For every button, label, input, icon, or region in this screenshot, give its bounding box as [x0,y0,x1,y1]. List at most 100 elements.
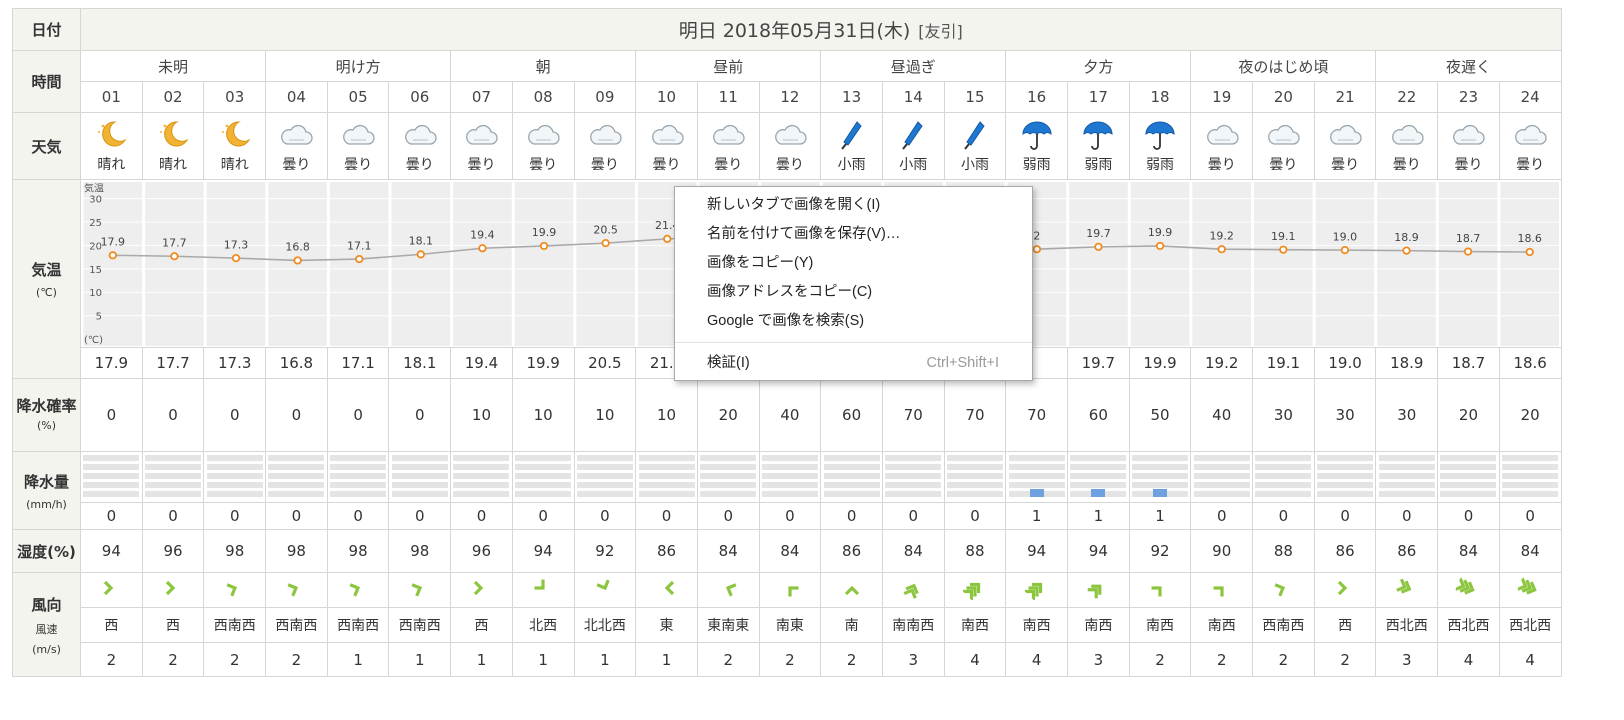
rokuyo-link[interactable]: [友引] [918,22,963,41]
context-menu-item[interactable]: 新しいタブで画像を開く(I) [675,191,1032,220]
hour-cell: 11 [696,81,760,113]
wind-speed-value: 1 [573,642,637,677]
wind-dir-name: 南西 [943,607,1007,643]
precip-bar [885,455,942,499]
pop-value: 70 [943,378,1007,452]
pop-label: 降水確率 (%) [12,378,81,452]
chart-column-bg [1438,181,1497,346]
wind-speed-value: 2 [1128,642,1192,677]
temp-value: 20.5 [573,347,637,379]
context-menu-item[interactable]: 画像をコピー(Y) [675,249,1032,278]
wind-speed-value: 2 [1190,642,1254,677]
precip-bar [330,455,387,499]
wind-arrow-cell [326,572,390,608]
temp-value: 19.1 [1252,347,1315,379]
humidity-value: 98 [388,529,452,573]
precip-value: 1 [1005,502,1068,530]
weather-text: 曇り [775,157,804,173]
temperature-point [1463,246,1472,256]
date-label: 日付 [12,8,81,51]
wind-label-unit: 風速 [35,622,58,636]
precip-bar-cell [1498,451,1562,503]
context-menu-item[interactable]: Google で画像を検索(S) [675,307,1032,336]
period-cell: 昼過ぎ [820,50,1007,82]
wind-arrow-cell [820,572,883,608]
context-menu-item[interactable]: 名前を付けて画像を保存(V)… [675,220,1032,249]
temperature-point [108,250,117,259]
precip-bar-cell [511,451,575,503]
temperature-point-label: 19.9 [531,226,556,239]
humidity-row: 湿度(%) 94 96 98 98 98 98 96 94 92 86 84 84 86 84 88 94 94 9… [12,529,1562,573]
wind-dir-name: 西南西 [1252,607,1315,643]
closed-umbrella-icon [835,118,869,152]
temperature-point-label: 18.9 [1394,230,1419,243]
wind-dir-name: 南西 [1067,607,1130,643]
context-menu-item-label: Google で画像を検索(S) [707,313,865,329]
hour-cell: 15 [943,81,1007,113]
temperature-point-label: 20.5 [593,223,617,236]
temperature-point [231,253,240,262]
wind-speed-value: 1 [511,642,575,677]
chart-column-bg [391,181,450,346]
precip-label-text: 降水量 [23,472,69,491]
hour-cell: 20 [1252,81,1315,113]
temperature-point-label: 17.9 [100,235,125,248]
temp-value: 18.7 [1437,347,1500,379]
precip-bar-fill [1153,489,1168,497]
wind-label-text: 風向 [31,595,62,614]
precip-bar-cell [388,451,452,503]
cloud-icon [773,118,807,152]
wind-arrow-icon [1024,582,1042,601]
pop-value: 0 [203,378,267,452]
pop-value: 0 [265,378,328,452]
weather-text: 曇り [590,157,619,173]
weather-cell: 小雨 [881,112,945,180]
humidity-label-text: 湿度(%) [17,542,76,561]
umbrella-icon [1081,118,1115,152]
temp-value: 18.6 [1498,347,1562,379]
precip-bar [823,455,880,499]
cloud-icon [341,118,375,152]
cloud-icon [403,118,437,152]
chart-y-tick: 25 [89,218,102,229]
precip-bar-cell [1313,451,1377,503]
humidity-value: 84 [1498,529,1562,573]
precip-bar [700,455,757,499]
wind-speed-value: 4 [1005,642,1068,677]
temp-value: 16.8 [265,347,328,379]
context-menu-item[interactable]: 画像アドレスをコピー(C) [675,278,1032,307]
umbrella-icon [1143,118,1177,152]
context-menu-item-inspect[interactable]: 検証(I) Ctrl+Shift+I [675,349,1032,378]
pop-value: 10 [511,378,575,452]
precip-bar [1008,455,1065,499]
wind-dir-name: 西南西 [265,607,328,643]
wind-dir-name: 西北西 [1375,607,1439,643]
weather-text: 曇り [1207,157,1236,173]
wind-speed-value: 2 [1313,642,1377,677]
weather-text: 曇り [1516,157,1545,173]
weather-cell: 曇り [388,112,452,180]
precip-bar-cell [203,451,267,503]
weather-cell: 晴れ [141,112,205,180]
temperature-point [1155,241,1164,250]
pop-value: 20 [1437,378,1500,452]
wind-speed-value: 3 [1375,642,1439,677]
wind-dir-name: 北北西 [573,607,637,643]
precip-bar [1440,455,1497,499]
precip-value: 0 [1437,502,1500,530]
temperature-point-label: 2 [1033,229,1040,242]
precip-value: 0 [943,502,1007,530]
wind-speed-value: 4 [943,642,1007,677]
humidity-value: 88 [943,529,1007,573]
wind-arrow-icon [1274,583,1286,597]
chart-column-bg [329,181,389,346]
temperature-point [1032,244,1041,253]
wind-arrow-icon [534,579,545,590]
cloud-icon [1513,118,1547,152]
pop-value: 30 [1375,378,1439,452]
precip-label: 降水量 (mm/h) [12,451,81,530]
precip-bar-cell [881,451,945,503]
wind-dir-name: 西北西 [1437,607,1500,643]
temp-label-text: 気温 [31,261,62,279]
pop-value: 10 [573,378,637,452]
